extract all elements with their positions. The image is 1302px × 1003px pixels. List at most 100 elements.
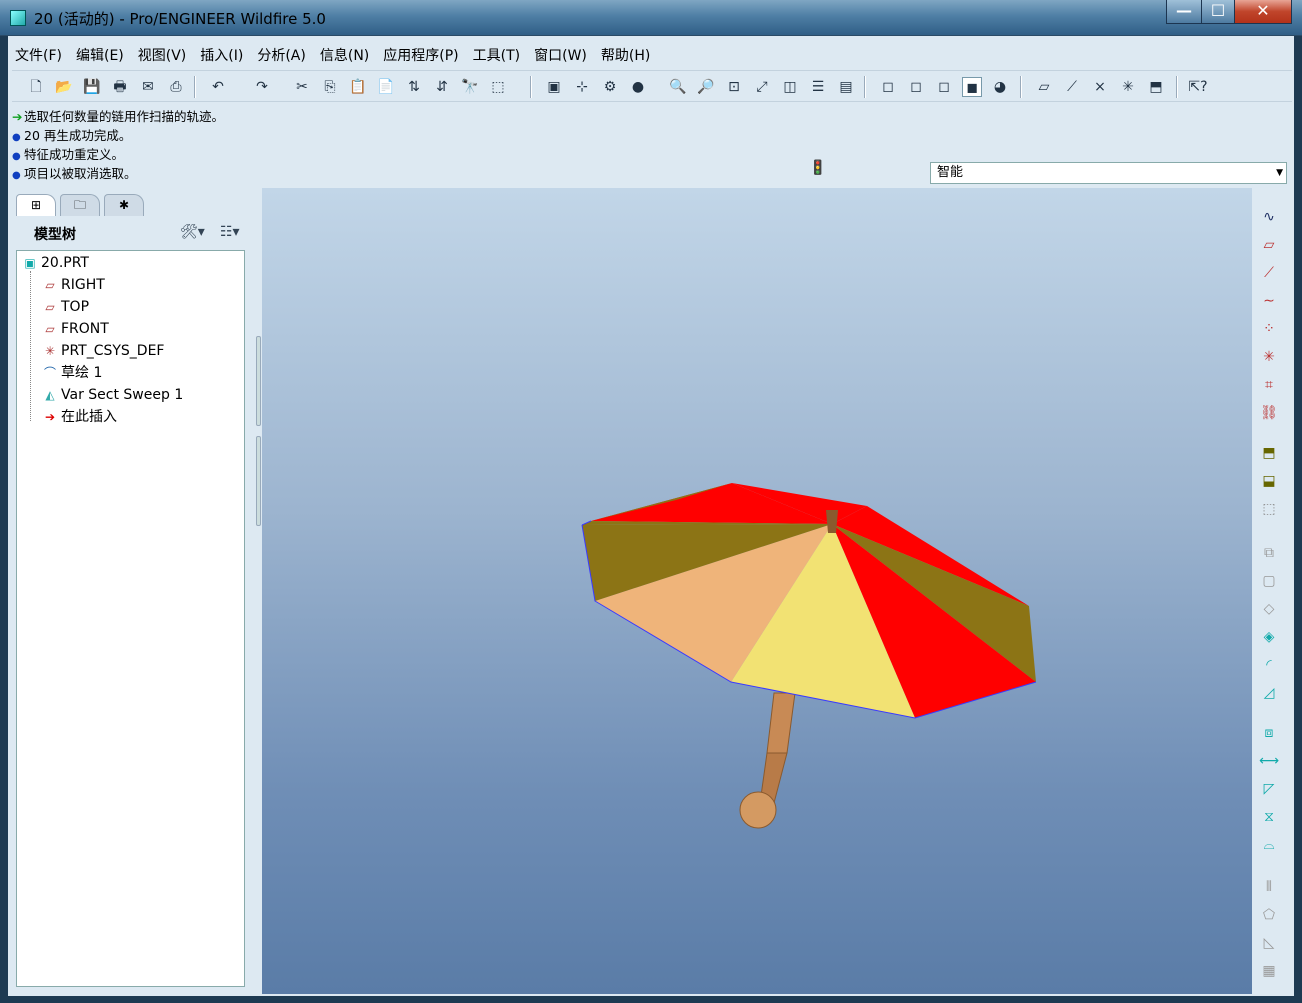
pattern-tool-icon[interactable]: ⧈ bbox=[1258, 722, 1280, 744]
redo-icon[interactable]: ↷ bbox=[252, 77, 272, 97]
panel-splitter[interactable] bbox=[254, 336, 262, 526]
tree-item-front[interactable]: ▱ FRONT bbox=[41, 319, 108, 339]
thicken-tool-icon[interactable]: ◺ bbox=[1258, 932, 1280, 954]
menu-analysis[interactable]: 分析(A) bbox=[250, 42, 313, 68]
splitter-grip[interactable] bbox=[256, 336, 261, 426]
print-icon[interactable]: 🖶 bbox=[110, 77, 130, 97]
save-copy-icon[interactable]: ⎙ bbox=[166, 77, 186, 97]
maximize-button[interactable]: ☐ bbox=[1201, 0, 1235, 24]
csys-display-icon[interactable]: ✳ bbox=[1118, 77, 1138, 97]
datum-plane-display-icon[interactable]: ▱ bbox=[1034, 77, 1054, 97]
close-button[interactable]: ✕ bbox=[1234, 0, 1292, 24]
context-help-icon[interactable]: ⇱? bbox=[1188, 77, 1208, 97]
shell-tool-icon[interactable]: ▢ bbox=[1258, 570, 1280, 592]
message-line: ➔ 选取任何数量的链用作扫描的轨迹。 bbox=[12, 108, 224, 126]
menu-tools[interactable]: 工具(T) bbox=[466, 42, 527, 68]
tree-item-part[interactable]: ▣ 20.PRT bbox=[21, 253, 89, 273]
saved-views-icon[interactable]: ◫ bbox=[780, 77, 800, 97]
rib-tool-icon[interactable]: ◇ bbox=[1258, 598, 1280, 620]
datum-axis-tool-icon[interactable]: ⟋ bbox=[1258, 262, 1280, 284]
tree-item-sketch[interactable]: ⌒ 草绘 1 bbox=[41, 363, 102, 383]
graphics-area[interactable] bbox=[262, 188, 1252, 994]
hidden-line-icon[interactable]: ◻ bbox=[906, 77, 926, 97]
extend-tool-icon[interactable]: ⫴ bbox=[1258, 876, 1280, 898]
solidify-tool-icon[interactable]: ▦ bbox=[1258, 960, 1280, 982]
regen-manager-icon[interactable]: ⇵ bbox=[432, 77, 452, 97]
menu-view[interactable]: 视图(V) bbox=[131, 42, 194, 68]
view-manager-icon[interactable]: ▤ bbox=[836, 77, 856, 97]
minimize-button[interactable]: — bbox=[1166, 0, 1202, 24]
save-icon[interactable]: 💾 bbox=[82, 77, 102, 97]
zoom-in-icon[interactable]: 🔍 bbox=[668, 77, 688, 97]
chamfer-tool-icon[interactable]: ◿ bbox=[1258, 682, 1280, 704]
reorient-icon[interactable]: ⤢ bbox=[752, 77, 772, 97]
trim-tool-icon[interactable]: ⌓ bbox=[1258, 834, 1280, 856]
appearance-sphere-icon[interactable]: ● bbox=[628, 77, 648, 97]
menu-window[interactable]: 窗口(W) bbox=[527, 42, 594, 68]
no-hidden-icon[interactable]: ◻ bbox=[934, 77, 954, 97]
zoom-out-icon[interactable]: 🔎 bbox=[696, 77, 716, 97]
tree-item-top[interactable]: ▱ TOP bbox=[41, 297, 89, 317]
merge-tool-icon[interactable]: ⧖ bbox=[1258, 806, 1280, 828]
umbrella-shaft bbox=[766, 692, 796, 754]
tree-item-right[interactable]: ▱ RIGHT bbox=[41, 275, 104, 295]
menu-insert[interactable]: 插入(I) bbox=[193, 42, 250, 68]
datum-axis-display-icon[interactable]: ⟋ bbox=[1062, 77, 1082, 97]
find-icon[interactable]: 🔭 bbox=[460, 77, 480, 97]
tree-item-insert-here[interactable]: ➔ 在此插入 bbox=[41, 407, 117, 427]
selection-filter-dropdown[interactable]: 智能 ▼ bbox=[930, 162, 1287, 184]
open-folder-icon[interactable]: 📂 bbox=[54, 77, 74, 97]
tab-folder-browser[interactable]: 🗀 bbox=[60, 194, 100, 216]
tab-model-tree[interactable]: ⊞ bbox=[16, 194, 56, 216]
tree-settings-icon[interactable]: 🛠▾ bbox=[180, 224, 205, 240]
new-file-icon[interactable]: 🗋 bbox=[26, 77, 46, 97]
menu-help[interactable]: 帮助(H) bbox=[594, 42, 657, 68]
splitter-grip[interactable] bbox=[256, 436, 261, 526]
menu-file[interactable]: 文件(F) bbox=[8, 42, 69, 68]
layers-icon[interactable]: ☰ bbox=[808, 77, 828, 97]
datum-curve-tool-icon[interactable]: ∼ bbox=[1258, 290, 1280, 312]
status-light-icon[interactable]: 🚦 bbox=[809, 160, 826, 182]
draft-tool-icon[interactable]: ◸ bbox=[1258, 778, 1280, 800]
paste-special-icon[interactable]: 📄 bbox=[376, 77, 396, 97]
select-box-icon[interactable]: ⬚ bbox=[488, 77, 508, 97]
tree-item-sweep[interactable]: ◭ Var Sect Sweep 1 bbox=[41, 385, 183, 405]
cut-icon[interactable]: ✂ bbox=[292, 77, 312, 97]
send-mail-icon[interactable]: ✉ bbox=[138, 77, 158, 97]
mirror-tool-icon[interactable]: ⟷ bbox=[1258, 750, 1280, 772]
enhanced-realism-icon[interactable]: ◕ bbox=[990, 77, 1010, 97]
round-tool-icon[interactable]: ◜ bbox=[1258, 654, 1280, 676]
menu-info[interactable]: 信息(N) bbox=[313, 42, 376, 68]
undo-icon[interactable]: ↶ bbox=[208, 77, 228, 97]
copy-icon[interactable]: ⎘ bbox=[320, 77, 340, 97]
sketch-tool-icon[interactable]: ∿ bbox=[1258, 206, 1280, 228]
tree-item-label: 草绘 1 bbox=[61, 365, 103, 381]
spin-center-icon[interactable]: ⊹ bbox=[572, 77, 592, 97]
tab-favorites[interactable]: ✱ bbox=[104, 194, 144, 216]
paste-icon[interactable]: 📋 bbox=[348, 77, 368, 97]
offset-tool-icon[interactable]: ⬠ bbox=[1258, 904, 1280, 926]
regenerate-icon[interactable]: ⇅ bbox=[404, 77, 424, 97]
chain-tool-icon[interactable]: ⛓ bbox=[1258, 402, 1280, 424]
repaint-icon[interactable]: ▣ bbox=[544, 77, 564, 97]
tree-item-csys[interactable]: ✳ PRT_CSYS_DEF bbox=[41, 341, 165, 361]
csys-tool-icon[interactable]: ✳ bbox=[1258, 346, 1280, 368]
shading-icon[interactable]: ◼ bbox=[962, 77, 982, 97]
revolve-tool-icon[interactable]: ⬓ bbox=[1258, 470, 1280, 492]
extrude-tool-icon[interactable]: ⬒ bbox=[1258, 442, 1280, 464]
datum-point-display-icon[interactable]: × bbox=[1090, 77, 1110, 97]
annotation-display-icon[interactable]: ⬒ bbox=[1146, 77, 1166, 97]
orient-mode-icon[interactable]: ⚙ bbox=[600, 77, 620, 97]
analysis-tool-icon[interactable]: ⌗ bbox=[1258, 374, 1280, 396]
wireframe-icon[interactable]: ◻ bbox=[878, 77, 898, 97]
menu-edit[interactable]: 编辑(E) bbox=[69, 42, 131, 68]
datum-point-tool-icon[interactable]: ⁘ bbox=[1258, 318, 1280, 340]
blend-tool-icon[interactable]: ⧉ bbox=[1258, 542, 1280, 564]
tree-columns-icon[interactable]: ☷▾ bbox=[220, 224, 240, 240]
datum-plane-tool-icon[interactable]: ▱ bbox=[1258, 234, 1280, 256]
refit-icon[interactable]: ⊡ bbox=[724, 77, 744, 97]
menu-applications[interactable]: 应用程序(P) bbox=[376, 42, 465, 68]
hole-tool-icon[interactable]: ◈ bbox=[1258, 626, 1280, 648]
umbrella-model[interactable] bbox=[262, 188, 1252, 994]
sweep-tool-icon[interactable]: ⬚ bbox=[1258, 498, 1280, 520]
